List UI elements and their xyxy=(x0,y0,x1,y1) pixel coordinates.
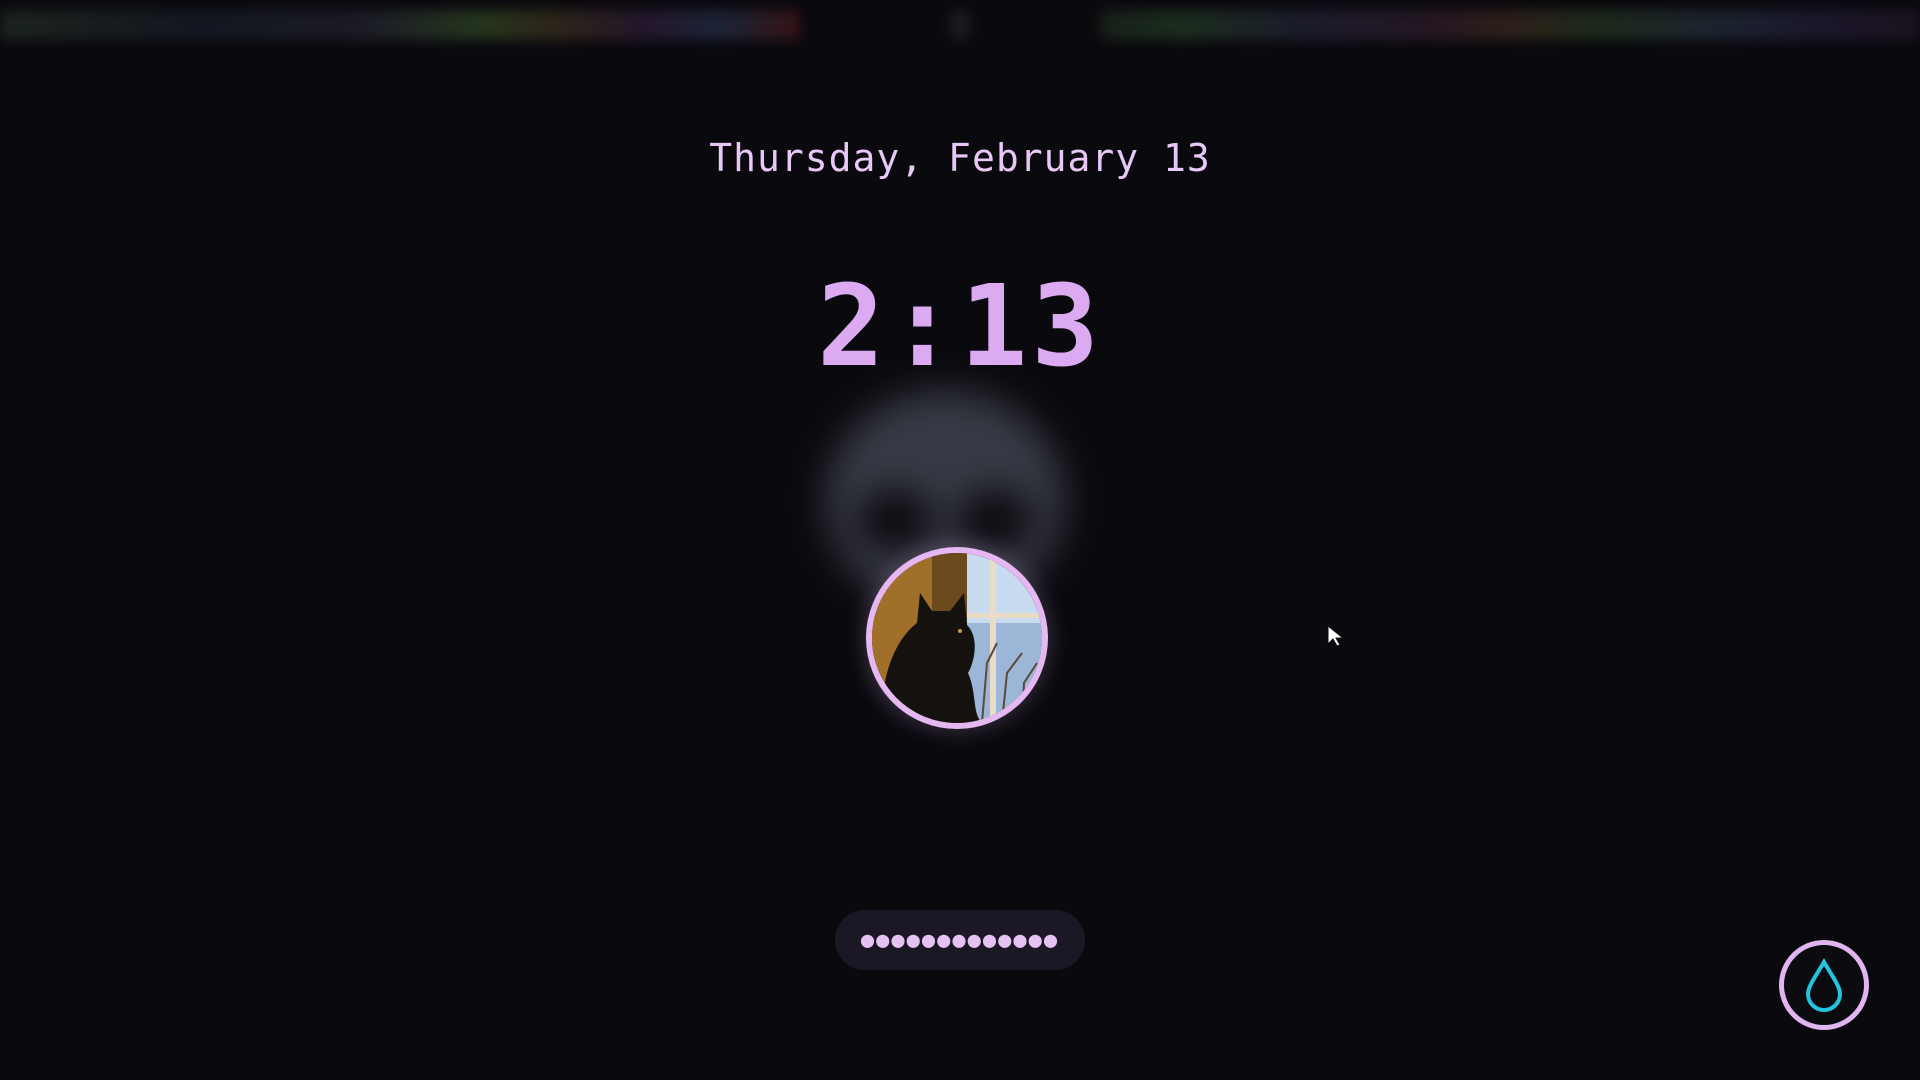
password-field[interactable]: ●●●●●●●●●●●●● xyxy=(835,910,1085,970)
water-drop-icon xyxy=(1805,958,1843,1012)
blurred-status-bar xyxy=(0,0,1920,60)
cat-photo xyxy=(872,553,1042,723)
password-dots: ●●●●●●●●●●●●● xyxy=(860,927,1060,953)
power-button[interactable] xyxy=(1779,940,1869,1030)
lock-clock: 2:13 xyxy=(817,262,1103,392)
lock-date: Thursday, February 13 xyxy=(709,136,1211,180)
lock-screen: Thursday, February 13 2:13 ●●●●●●●●●●●●● xyxy=(0,0,1920,1080)
user-avatar xyxy=(866,547,1048,729)
mouse-cursor xyxy=(1327,624,1345,647)
